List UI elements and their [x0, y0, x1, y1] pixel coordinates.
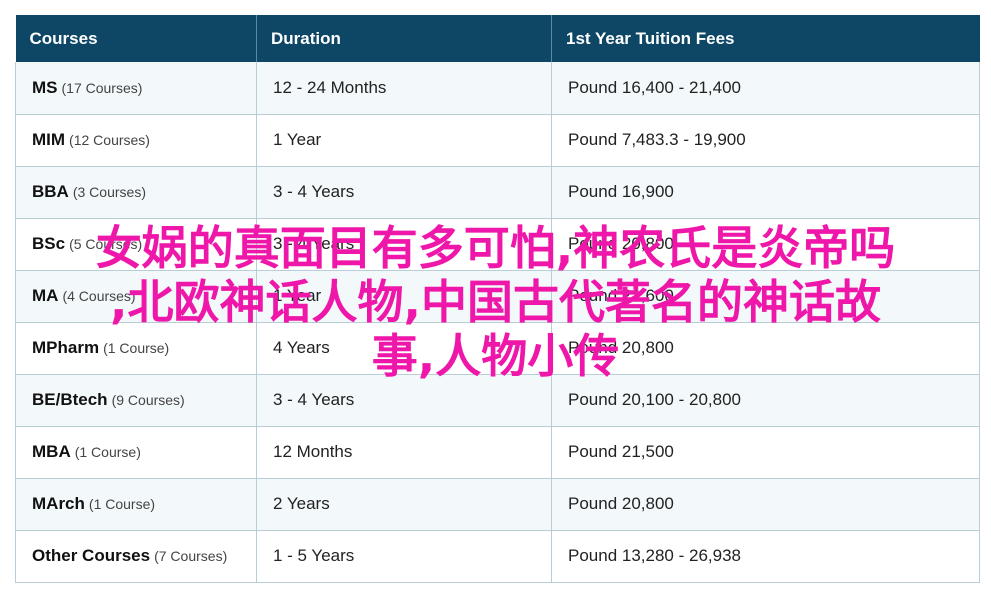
- course-count: (7 Courses): [154, 548, 228, 564]
- header-duration: Duration: [256, 15, 552, 62]
- header-courses: Courses: [15, 15, 257, 62]
- fees-cell: Pound 16,900: [551, 166, 980, 219]
- course-cell: BBA (3 Courses): [15, 166, 257, 219]
- course-count: (4 Courses): [62, 288, 136, 304]
- course-cell: MS (17 Courses): [15, 62, 257, 115]
- fees-cell: Pound 21,500: [551, 426, 980, 479]
- table-header: Courses Duration 1st Year Tuition Fees: [15, 15, 980, 62]
- course-cell: MA (4 Courses): [15, 270, 257, 323]
- duration-cell: 4 Years: [256, 322, 552, 375]
- course-cell: BE/Btech (9 Courses): [15, 374, 257, 427]
- course-count: (3 Courses): [72, 184, 146, 200]
- course-fee-table: Courses Duration 1st Year Tuition Fees M…: [15, 15, 980, 583]
- duration-cell: 12 - 24 Months: [256, 62, 552, 115]
- table-row: MA (4 Courses) 1 Year Pound 21,600: [15, 270, 980, 323]
- duration-cell: 3 - 4 Years: [256, 374, 552, 427]
- course-cell: Other Courses (7 Courses): [15, 530, 257, 583]
- duration-cell: 3 - 4 Years: [256, 166, 552, 219]
- course-link[interactable]: MA: [32, 286, 58, 305]
- course-link[interactable]: MPharm: [32, 338, 99, 357]
- course-fee-table-container: Courses Duration 1st Year Tuition Fees M…: [15, 15, 980, 583]
- course-cell: MPharm (1 Course): [15, 322, 257, 375]
- course-link[interactable]: BBA: [32, 182, 69, 201]
- duration-cell: 1 Year: [256, 270, 552, 323]
- duration-cell: 12 Months: [256, 426, 552, 479]
- course-count: (1 Course): [88, 496, 156, 512]
- table-row: MS (17 Courses) 12 - 24 Months Pound 16,4…: [15, 62, 980, 115]
- course-count: (5 Courses): [69, 236, 143, 252]
- table-row: MArch (1 Course) 2 Years Pound 20,800: [15, 478, 980, 531]
- course-cell: BSc (5 Courses): [15, 218, 257, 271]
- course-count: (9 Courses): [111, 392, 185, 408]
- course-link[interactable]: MIM: [32, 130, 65, 149]
- header-tuition-fees: 1st Year Tuition Fees: [551, 15, 980, 62]
- table-row: BBA (3 Courses) 3 - 4 Years Pound 16,900: [15, 166, 980, 219]
- course-link[interactable]: MArch: [32, 494, 85, 513]
- course-count: (1 Course): [74, 444, 141, 460]
- fees-cell: Pound 20,800: [551, 218, 980, 271]
- fees-cell: Pound 21,600: [551, 270, 980, 323]
- course-link[interactable]: BE/Btech: [32, 390, 108, 409]
- table-row: MPharm (1 Course) 4 Years Pound 20,800: [15, 322, 980, 375]
- course-count: (1 Course): [103, 340, 170, 356]
- course-link[interactable]: BSc: [32, 234, 65, 253]
- course-cell: MBA (1 Course): [15, 426, 257, 479]
- course-count: (17 Courses): [61, 79, 143, 96]
- fees-cell: Pound 20,800: [551, 322, 980, 375]
- fees-cell: Pound 20,100 - 20,800: [551, 374, 980, 427]
- course-link[interactable]: MBA: [32, 442, 71, 461]
- fees-cell: Pound 7,483.3 - 19,900: [551, 114, 980, 167]
- table-row: MIM (12 Courses) 1 Year Pound 7,483.3 - 1…: [15, 114, 980, 167]
- duration-cell: 1 Year: [256, 114, 552, 167]
- duration-cell: 1 - 5 Years: [256, 530, 552, 583]
- course-cell: MIM (12 Courses): [15, 114, 257, 167]
- duration-cell: 2 Years: [256, 478, 552, 531]
- fees-cell: Pound 20,800: [551, 478, 980, 531]
- fees-cell: Pound 13,280 - 26,938: [551, 530, 980, 583]
- course-link[interactable]: MS: [32, 78, 58, 97]
- table-row: BE/Btech (9 Courses) 3 - 4 Years Pound 20…: [15, 374, 980, 427]
- table-body: MS (17 Courses) 12 - 24 Months Pound 16,4…: [15, 62, 980, 583]
- header-row: Courses Duration 1st Year Tuition Fees: [15, 15, 980, 62]
- duration-cell: 3 - 4 Years: [256, 218, 552, 271]
- course-count: (12 Courses): [69, 132, 150, 148]
- course-link[interactable]: Other Courses: [32, 546, 150, 565]
- table-row: BSc (5 Courses) 3 - 4 Years Pound 20,800: [15, 218, 980, 271]
- course-cell: MArch (1 Course): [15, 478, 257, 531]
- table-row: Other Courses (7 Courses) 1 - 5 Years Pou…: [15, 530, 980, 583]
- fees-cell: Pound 16,400 - 21,400: [551, 62, 980, 115]
- table-row: MBA (1 Course) 12 Months Pound 21,500: [15, 426, 980, 479]
